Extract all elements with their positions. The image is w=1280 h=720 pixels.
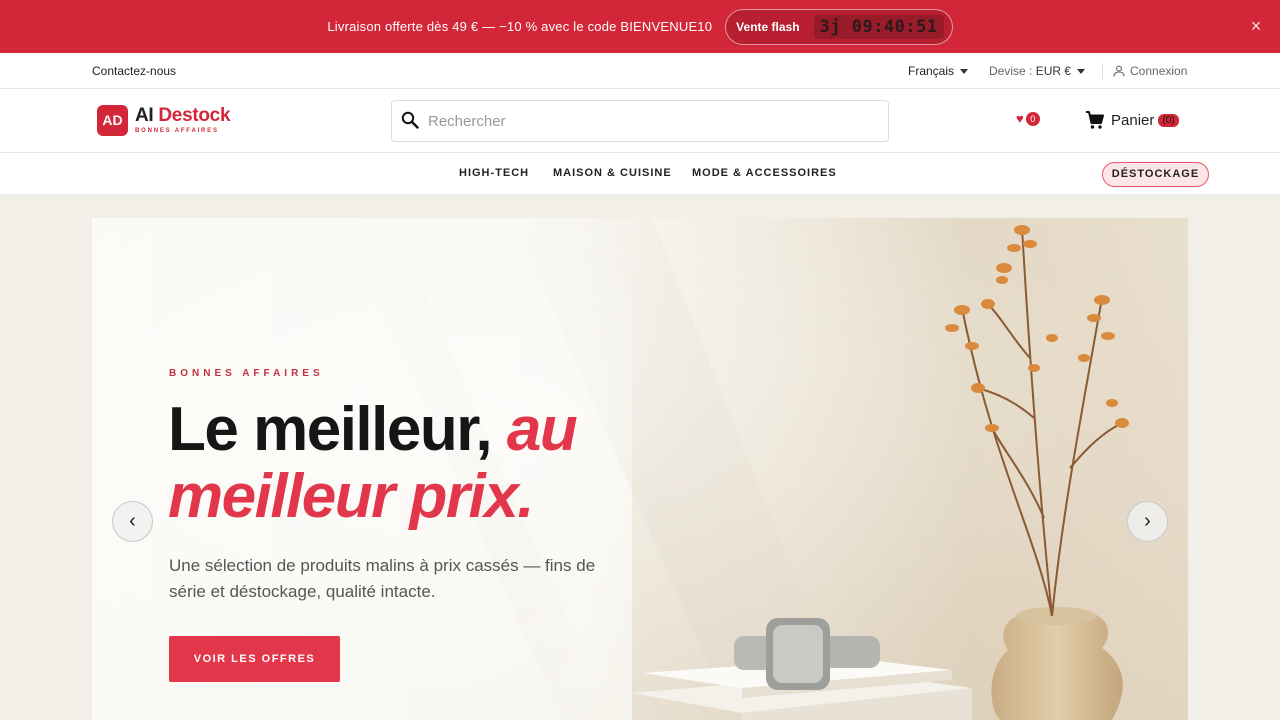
wishlist-count-badge: 0 [1025,112,1040,126]
cart-button[interactable]: Panier (0) [1085,110,1179,130]
hero-headline-accent-1: au [506,395,578,464]
chevron-right-icon[interactable]: › [1127,501,1168,542]
nav-item-mode-accessoires[interactable]: MODE & ACCESSOIRES [692,167,837,179]
hero-subtext: Une sélection de produits malins à prix … [169,556,596,601]
flash-sale-label: Vente flash [736,19,800,34]
cart-icon [1086,111,1104,129]
currency-selector[interactable]: Devise : EUR € [989,64,1086,78]
nav-item-maison-cuisine[interactable]: MAISON & CUISINE [553,167,672,179]
hero-headline-accent-2: meilleur prix. [168,462,534,531]
currency-value: EUR € [1035,64,1072,78]
hero-headline-plain: Le meilleur, [168,395,493,464]
search-icon[interactable] [401,111,419,129]
heart-icon: ♥ [1016,111,1024,126]
see-offers-button[interactable]: VOIR LES OFFRES [169,636,340,682]
caret-down-icon [960,69,969,75]
nav-item-high-tech[interactable]: HIGH-TECH [459,167,529,179]
contact-link[interactable]: Contactez-nous [92,64,176,78]
site-header: AD AI Destock BONNES AFFAIRES ♥ 0 Panier… [0,89,1280,153]
chevron-left-icon[interactable]: ‹ [112,501,153,542]
divider [1102,63,1103,79]
hero-banner: BONNES AFFAIRES Le meilleur, au meilleur… [92,218,1188,720]
hero-product-image [632,218,1188,720]
login-link[interactable]: Connexion [1113,64,1187,78]
logo-mark[interactable]: AD [97,105,128,136]
currency-label: Devise : [989,64,1033,78]
wishlist-button[interactable]: ♥ 0 [1016,112,1040,126]
language-selector[interactable]: Français [908,64,969,78]
logo-wordmark[interactable]: AI Destock [135,105,231,127]
logo-name-part2: Destock [158,105,231,126]
promo-text: Livraison offerte dès 49 € — −10 % avec … [327,19,713,34]
user-icon [1113,65,1125,77]
hero-headline: Le meilleur, au meilleur prix. [168,396,688,530]
flash-countdown: 3j 09:40:51 [813,14,944,39]
caret-down-icon [1077,69,1086,75]
close-icon[interactable]: × [1246,15,1266,37]
logo-name-part1: AI [135,105,154,126]
cart-count-badge: (0) [1158,113,1179,127]
utility-bar: Contactez-nous Français Devise : EUR € C… [0,53,1280,89]
login-label: Connexion [1130,64,1188,78]
search-input[interactable] [428,109,868,133]
hero-eyebrow: BONNES AFFAIRES [169,368,324,379]
nav-item-destockage[interactable]: DÉSTOCKAGE [1102,162,1209,187]
search-box [391,100,889,142]
main-nav: HIGH-TECH MAISON & CUISINE MODE & ACCESS… [0,153,1280,195]
flash-sale-pill[interactable]: Vente flash 3j 09:40:51 [725,8,953,45]
cart-label: Panier [1111,111,1155,129]
language-value: Français [908,64,955,78]
promo-bar: Livraison offerte dès 49 € — −10 % avec … [0,0,1280,53]
logo-tagline: BONNES AFFAIRES [135,128,219,134]
